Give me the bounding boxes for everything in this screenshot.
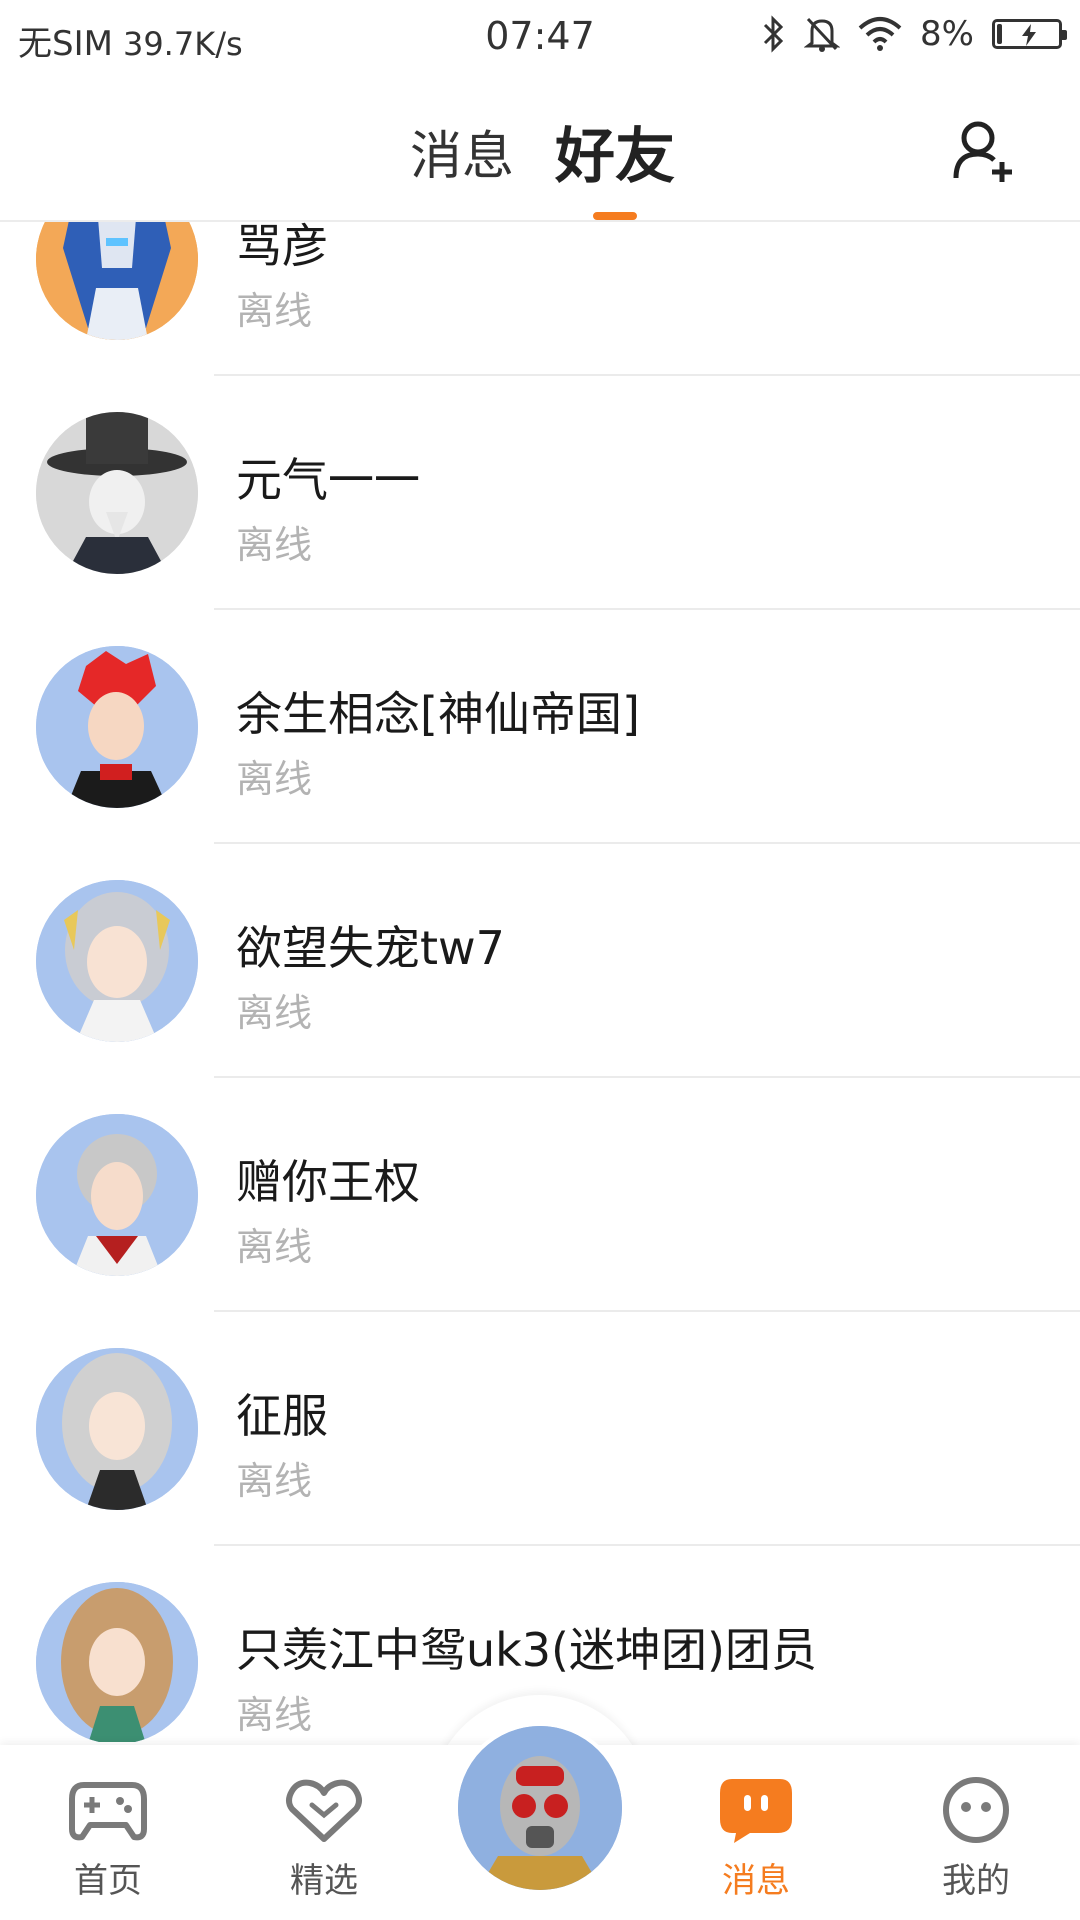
- status-bar: 无SIM 39.7K/s 07:47 8%: [0, 0, 1080, 76]
- friend-row[interactable]: 欲望失宠tw7 离线: [0, 844, 1080, 1078]
- nav-home-label: 首页: [74, 1861, 142, 1901]
- friend-status: 离线: [236, 991, 313, 1035]
- nav-messages[interactable]: 消息: [676, 1745, 836, 1920]
- status-right: 8%: [762, 14, 1067, 54]
- friend-row[interactable]: 赠你王权 离线: [0, 1078, 1080, 1312]
- active-tab-indicator: [593, 212, 637, 220]
- smiley-face-icon: [943, 1777, 1009, 1843]
- friend-name: 征服: [236, 1389, 328, 1443]
- top-header: 消息 好友: [0, 76, 1080, 222]
- nav-home[interactable]: 首页: [28, 1745, 188, 1920]
- friend-row[interactable]: 元气一一 离线: [0, 376, 1080, 610]
- friend-row[interactable]: 余生相念[神仙帝国] 离线: [0, 610, 1080, 844]
- friend-name: 欲望失宠tw7: [236, 921, 505, 975]
- gamepad-icon: [69, 1782, 147, 1841]
- nav-profile-label: 我的: [942, 1861, 1010, 1901]
- friend-status: 离线: [236, 1225, 313, 1269]
- tab-messages[interactable]: 消息: [410, 114, 514, 189]
- bluetooth-icon: [762, 15, 786, 53]
- nav-profile[interactable]: 我的: [896, 1745, 1056, 1920]
- avatar: [36, 1114, 198, 1276]
- friend-row[interactable]: 骂彦 离线: [0, 222, 1080, 376]
- chat-icon: [720, 1779, 792, 1843]
- battery-percent: 8%: [920, 14, 974, 54]
- nav-featured[interactable]: 精选: [244, 1745, 404, 1920]
- avatar: [36, 1348, 198, 1510]
- battery-level: [997, 24, 1002, 44]
- friend-status: 离线: [236, 289, 313, 333]
- avatar: [36, 1582, 198, 1742]
- add-friend-icon[interactable]: [950, 116, 1020, 186]
- battery-charging-icon: [992, 19, 1067, 49]
- nav-featured-label: 精选: [290, 1861, 358, 1901]
- avatar: [36, 880, 198, 1042]
- mute-icon: [804, 15, 841, 53]
- friend-status: 离线: [236, 1693, 313, 1737]
- nav-messages-label: 消息: [722, 1861, 790, 1901]
- friend-row[interactable]: 征服 离线: [0, 1312, 1080, 1546]
- friend-status: 离线: [236, 757, 313, 801]
- friend-name: 元气一一: [236, 453, 420, 507]
- friend-name: 余生相念[神仙帝国]: [236, 687, 640, 741]
- friends-screen: 无SIM 39.7K/s 07:47 8% 消息 好友 骂彦 离线 元气一一 离…: [0, 0, 1080, 1920]
- avatar: [36, 222, 198, 340]
- tab-friends[interactable]: 好友: [555, 108, 675, 195]
- wifi-icon: [858, 16, 902, 52]
- friend-status: 离线: [236, 523, 313, 567]
- avatar: [36, 646, 198, 808]
- profile-avatar[interactable]: [454, 1722, 626, 1894]
- friends-list: 骂彦 离线 元气一一 离线 余生相念[神仙帝国] 离线 欲望失宠tw7 离线 赠…: [0, 222, 1080, 1742]
- friend-status: 离线: [236, 1459, 313, 1503]
- friend-name: 骂彦: [236, 222, 328, 273]
- heart-icon: [286, 1779, 362, 1842]
- friend-name: 只羡江中鸳uk3(迷坤团)团员: [236, 1623, 817, 1677]
- avatar: [36, 412, 198, 574]
- friend-name: 赠你王权: [236, 1155, 420, 1209]
